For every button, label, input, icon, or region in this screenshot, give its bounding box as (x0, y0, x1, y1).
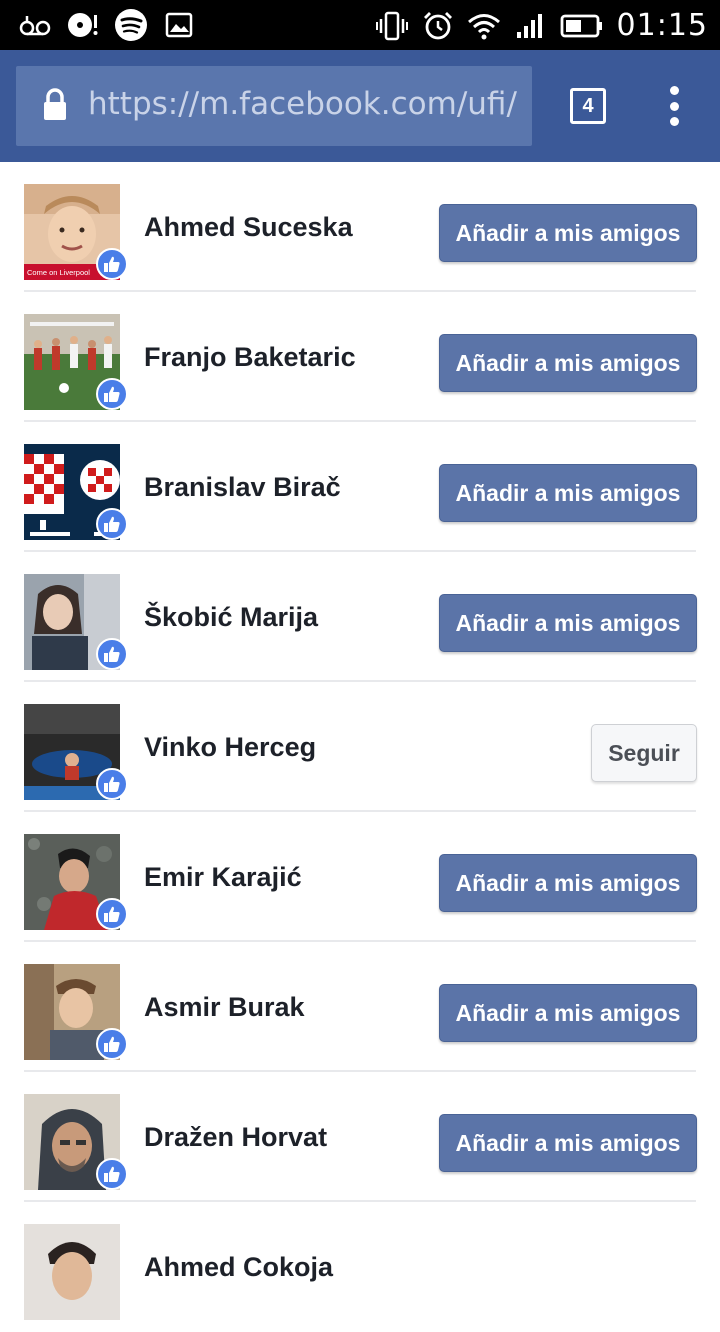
image-icon (162, 8, 196, 42)
status-time: 01:15 (616, 8, 708, 43)
like-icon (96, 508, 128, 540)
alarm-icon (421, 9, 455, 43)
like-icon (96, 378, 128, 410)
list-item: Dražen Horvat Añadir a mis amigos (0, 1072, 720, 1202)
list-item: Škobić Marija Añadir a mis amigos (0, 552, 720, 682)
media-disc-icon (66, 8, 100, 42)
vibrate-icon (375, 9, 409, 43)
list-item: Come on Liverpool Ahmed Suceska Añadir a… (0, 162, 720, 292)
add-friend-button[interactable]: Añadir a mis amigos (439, 204, 697, 262)
voicemail-icon (18, 8, 52, 42)
like-icon (96, 898, 128, 930)
status-bar-right: 01:15 (375, 8, 708, 43)
person-name[interactable]: Branislav Birač (144, 472, 341, 503)
add-friend-button[interactable]: Añadir a mis amigos (439, 334, 697, 392)
person-name[interactable]: Asmir Burak (144, 992, 305, 1023)
browser-toolbar: https://m.facebook.com/ufi/re 4 (0, 50, 720, 162)
battery-icon (559, 9, 605, 43)
url-bar[interactable]: https://m.facebook.com/ufi/re (16, 66, 532, 146)
status-bar-left (18, 8, 196, 42)
follow-button[interactable]: Seguir (591, 724, 697, 782)
person-name[interactable]: Ahmed Suceska (144, 212, 353, 243)
like-icon (96, 248, 128, 280)
spotify-icon (114, 8, 148, 42)
like-icon (96, 1158, 128, 1190)
person-name[interactable]: Dražen Horvat (144, 1122, 327, 1153)
wifi-icon (467, 9, 501, 43)
list-item: Emir Karajić Añadir a mis amigos (0, 812, 720, 942)
like-icon (96, 768, 128, 800)
like-icon (96, 1028, 128, 1060)
lock-icon (42, 88, 68, 126)
url-text[interactable]: https://m.facebook.com/ufi/re (88, 86, 518, 122)
like-icon (96, 638, 128, 670)
add-friend-button[interactable]: Añadir a mis amigos (439, 464, 697, 522)
list-item: Vinko Herceg Seguir (0, 682, 720, 812)
list-item: Asmir Burak Añadir a mis amigos (0, 942, 720, 1072)
list-item: Franjo Baketaric Añadir a mis amigos (0, 292, 720, 422)
avatar-caption: Come on Liverpool (27, 268, 90, 277)
add-friend-button[interactable]: Añadir a mis amigos (439, 854, 697, 912)
person-name[interactable]: Škobić Marija (144, 602, 318, 633)
people-list: Come on Liverpool Ahmed Suceska Añadir a… (0, 162, 720, 1332)
person-name[interactable]: Ahmed Cokoja (144, 1252, 333, 1283)
tab-switcher-button[interactable]: 4 (570, 88, 606, 124)
avatar[interactable] (24, 1224, 120, 1320)
status-bar: 01:15 (0, 0, 720, 50)
person-name[interactable]: Emir Karajić (144, 862, 302, 893)
person-name[interactable]: Vinko Herceg (144, 732, 316, 763)
add-friend-button[interactable]: Añadir a mis amigos (439, 1114, 697, 1172)
add-friend-button[interactable]: Añadir a mis amigos (439, 984, 697, 1042)
person-name[interactable]: Franjo Baketaric (144, 342, 356, 373)
list-item: Branislav Birač Añadir a mis amigos (0, 422, 720, 552)
overflow-menu-icon[interactable] (664, 86, 684, 126)
add-friend-button[interactable]: Añadir a mis amigos (439, 594, 697, 652)
signal-icon (513, 9, 547, 43)
list-item: Ahmed Cokoja (0, 1202, 720, 1332)
